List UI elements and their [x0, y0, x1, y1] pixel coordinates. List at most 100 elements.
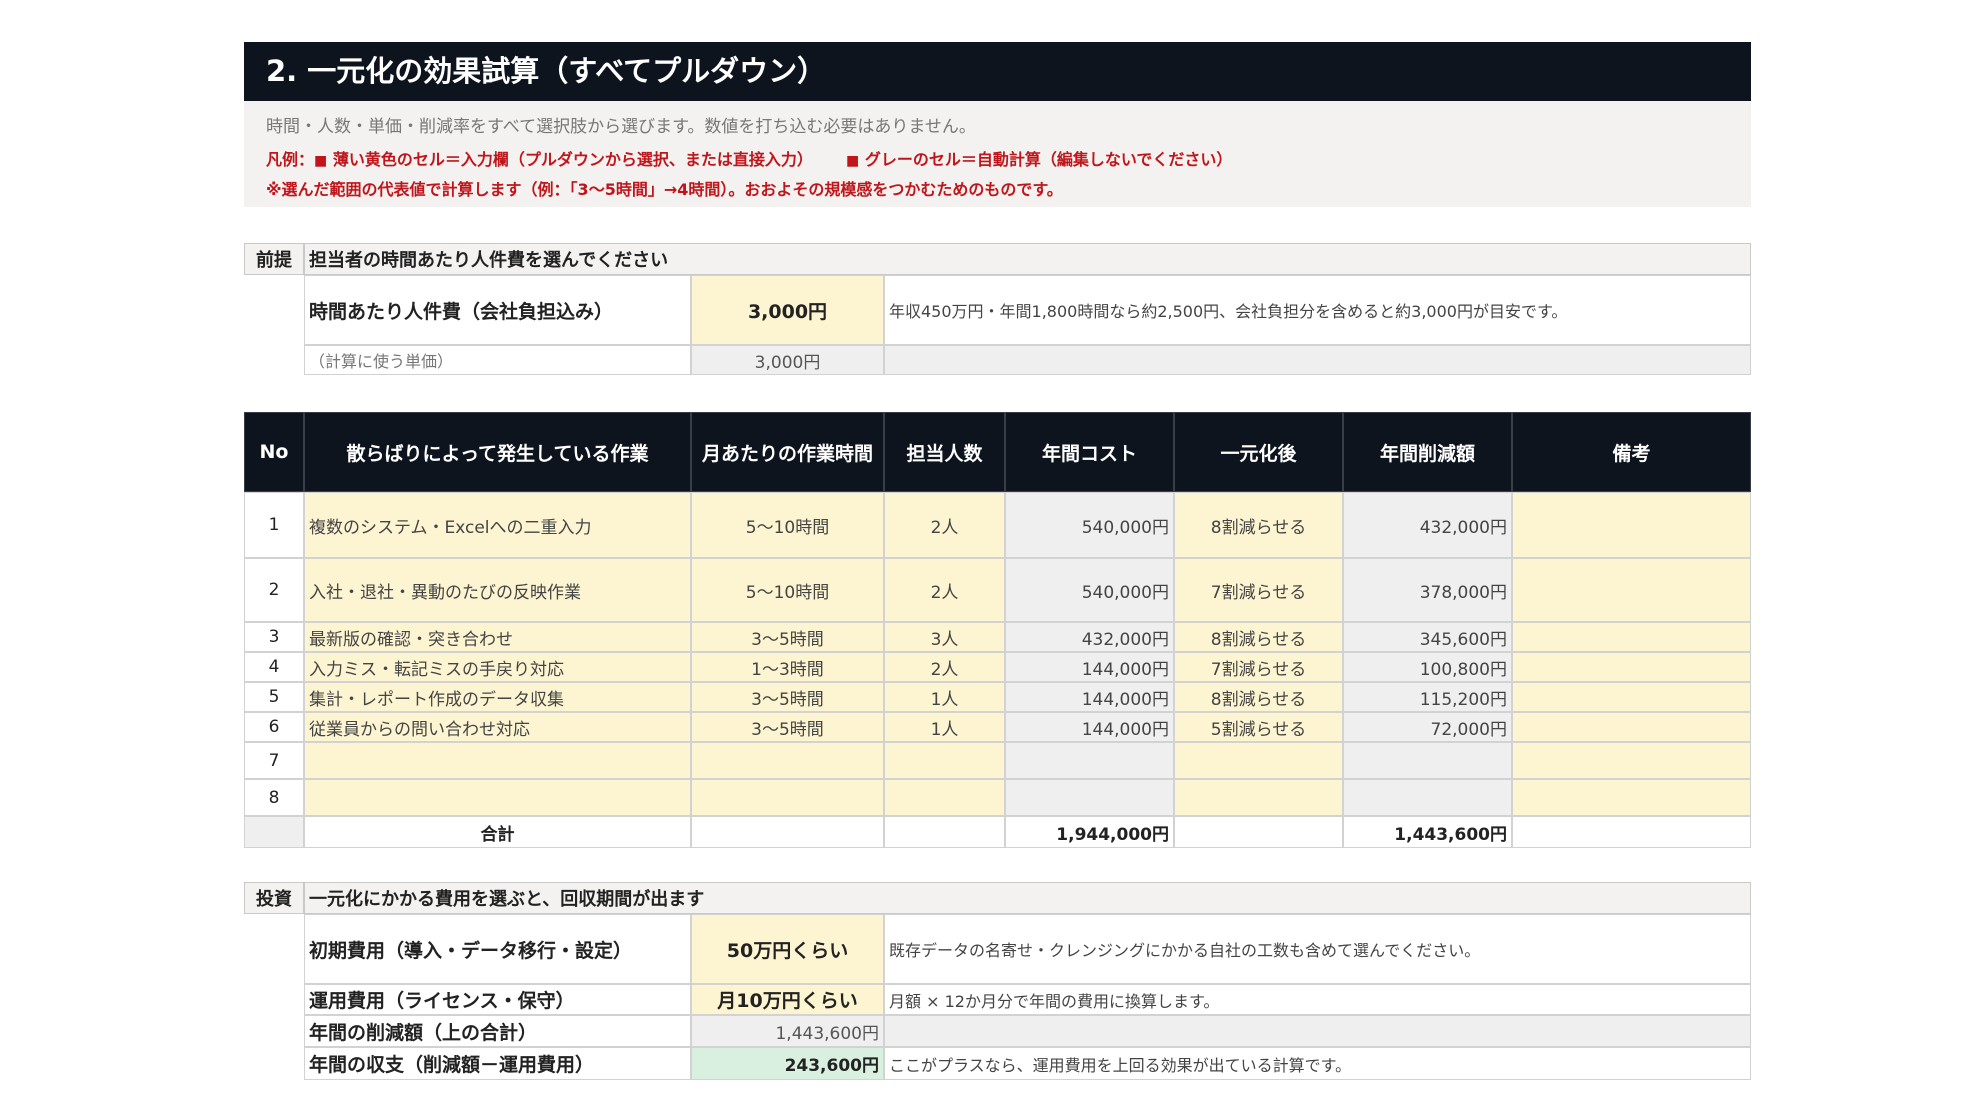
cell-cost: [1005, 742, 1174, 779]
cell-task[interactable]: 従業員からの問い合わせ対応: [304, 712, 691, 742]
cell-task[interactable]: 入社・退社・異動のたびの反映作業: [304, 558, 691, 622]
cell-cost: [1005, 779, 1174, 816]
initial-cost-note: 既存データの名寄せ・クレンジングにかかる自社の工数も含めて選んでください。: [884, 914, 1751, 984]
cell-memo[interactable]: [1512, 712, 1751, 742]
annual-balance-label: 年間の収支（削減額－運用費用）: [304, 1047, 691, 1080]
cell-saving: 345,600円: [1343, 622, 1512, 652]
cell-after[interactable]: 8割減らせる: [1174, 622, 1343, 652]
total-cost: 1,944,000円: [1005, 816, 1174, 848]
cell-after[interactable]: 7割減らせる: [1174, 558, 1343, 622]
annual-saving-blank: [884, 1015, 1751, 1047]
cell-hours[interactable]: 3〜5時間: [691, 682, 884, 712]
legend-yellow: 薄い黄色のセル＝入力欄（プルダウンから選択、または直接入力）: [332, 150, 813, 169]
cell-task[interactable]: [304, 779, 691, 816]
column-header-no: No: [244, 412, 304, 492]
column-header-task: 散らばりによって発生している作業: [304, 412, 691, 492]
cell-hours[interactable]: [691, 742, 884, 779]
cell-hours[interactable]: 3〜5時間: [691, 622, 884, 652]
cell-memo[interactable]: [1512, 742, 1751, 779]
cell-no: 2: [244, 558, 304, 622]
cell-people[interactable]: 1人: [884, 712, 1005, 742]
notes-panel: 時間・人数・単価・削減率をすべて選択肢から選びます。数値を打ち込む必要はありませ…: [244, 101, 1751, 207]
total-hours-blank: [691, 816, 884, 848]
cell-after[interactable]: [1174, 742, 1343, 779]
legend-gray: グレーのセル＝自動計算（編集しないでください）: [864, 150, 1233, 169]
cell-after[interactable]: 8割減らせる: [1174, 682, 1343, 712]
cell-people[interactable]: 3人: [884, 622, 1005, 652]
column-header-saving: 年間削減額: [1343, 412, 1512, 492]
cell-cost: 540,000円: [1005, 558, 1174, 622]
cell-no: 6: [244, 712, 304, 742]
cell-people[interactable]: 2人: [884, 558, 1005, 622]
legend-prefix: 凡例：: [266, 150, 315, 169]
cell-saving: 378,000円: [1343, 558, 1512, 622]
cell-after[interactable]: 5割減らせる: [1174, 712, 1343, 742]
cell-no: 3: [244, 622, 304, 652]
cell-after[interactable]: [1174, 779, 1343, 816]
cell-task[interactable]: 複数のシステム・Excelへの二重入力: [304, 492, 691, 558]
cell-memo[interactable]: [1512, 779, 1751, 816]
cell-cost: 432,000円: [1005, 622, 1174, 652]
cell-no: 8: [244, 779, 304, 816]
notes-subtitle: 時間・人数・単価・削減率をすべて選択肢から選びます。数値を打ち込む必要はありませ…: [266, 117, 976, 137]
cell-hours[interactable]: 1〜3時間: [691, 652, 884, 682]
initial-cost-select[interactable]: 50万円くらい: [691, 914, 884, 984]
calc-blank: [884, 345, 1751, 375]
cell-saving: [1343, 779, 1512, 816]
cell-people[interactable]: 2人: [884, 492, 1005, 558]
investment-tag: 投資: [244, 882, 304, 914]
cell-memo[interactable]: [1512, 622, 1751, 652]
annual-balance-value: 243,600円: [691, 1047, 884, 1080]
cell-task[interactable]: 最新版の確認・突き合わせ: [304, 622, 691, 652]
calc-label: （計算に使う単価）: [304, 345, 691, 375]
legend-square-icon: ■: [846, 153, 860, 169]
investment-heading: 一元化にかかる費用を選ぶと、回収期間が出ます: [304, 882, 1751, 914]
cell-task[interactable]: 入力ミス・転記ミスの手戻り対応: [304, 652, 691, 682]
cell-saving: [1343, 742, 1512, 779]
cell-memo[interactable]: [1512, 558, 1751, 622]
legend-square-icon: ■: [314, 153, 328, 169]
initial-cost-label: 初期費用（導入・データ移行・設定）: [304, 914, 691, 984]
cell-hours[interactable]: 3〜5時間: [691, 712, 884, 742]
running-cost-note: 月額 × 12か月分で年間の費用に換算します。: [884, 984, 1751, 1015]
cell-people[interactable]: 2人: [884, 652, 1005, 682]
premise-tag: 前提: [244, 243, 304, 275]
annual-saving-value: 1,443,600円: [691, 1015, 884, 1047]
cell-hours[interactable]: [691, 779, 884, 816]
cell-saving: 72,000円: [1343, 712, 1512, 742]
column-header-after: 一元化後: [1174, 412, 1343, 492]
running-cost-select[interactable]: 月10万円くらい: [691, 984, 884, 1015]
column-header-memo: 備考: [1512, 412, 1751, 492]
annual-saving-label: 年間の削減額（上の合計）: [304, 1015, 691, 1047]
total-people-blank: [884, 816, 1005, 848]
column-header-hours: 月あたりの作業時間: [691, 412, 884, 492]
cell-after[interactable]: 7割減らせる: [1174, 652, 1343, 682]
cell-people[interactable]: 1人: [884, 682, 1005, 712]
cell-no: 5: [244, 682, 304, 712]
cell-task[interactable]: [304, 742, 691, 779]
cell-people[interactable]: [884, 779, 1005, 816]
cell-cost: 144,000円: [1005, 682, 1174, 712]
cell-no: 4: [244, 652, 304, 682]
total-saving: 1,443,600円: [1343, 816, 1512, 848]
total-memo-blank: [1512, 816, 1751, 848]
cell-cost: 144,000円: [1005, 652, 1174, 682]
rate-label: 時間あたり人件費（会社負担込み）: [304, 275, 691, 345]
cell-saving: 432,000円: [1343, 492, 1512, 558]
cell-task[interactable]: 集計・レポート作成のデータ収集: [304, 682, 691, 712]
cell-after[interactable]: 8割減らせる: [1174, 492, 1343, 558]
cell-memo[interactable]: [1512, 682, 1751, 712]
total-label: 合計: [304, 816, 691, 848]
cell-memo[interactable]: [1512, 652, 1751, 682]
cell-memo[interactable]: [1512, 492, 1751, 558]
legend-line: 凡例：■ 薄い黄色のセル＝入力欄（プルダウンから選択、または直接入力） ■ グレ…: [266, 146, 1232, 170]
cell-hours[interactable]: 5〜10時間: [691, 492, 884, 558]
cell-people[interactable]: [884, 742, 1005, 779]
premise-heading: 担当者の時間あたり人件費を選んでください: [304, 243, 1751, 275]
rate-select[interactable]: 3,000円: [691, 275, 884, 345]
page-title: 2. 一元化の効果試算（すべてプルダウン）: [244, 42, 1751, 101]
rate-note: 年収450万円・年間1,800時間なら約2,500円、会社負担分を含めると約3,…: [884, 275, 1751, 345]
total-no-blank: [244, 816, 304, 848]
running-cost-label: 運用費用（ライセンス・保守）: [304, 984, 691, 1015]
cell-hours[interactable]: 5〜10時間: [691, 558, 884, 622]
